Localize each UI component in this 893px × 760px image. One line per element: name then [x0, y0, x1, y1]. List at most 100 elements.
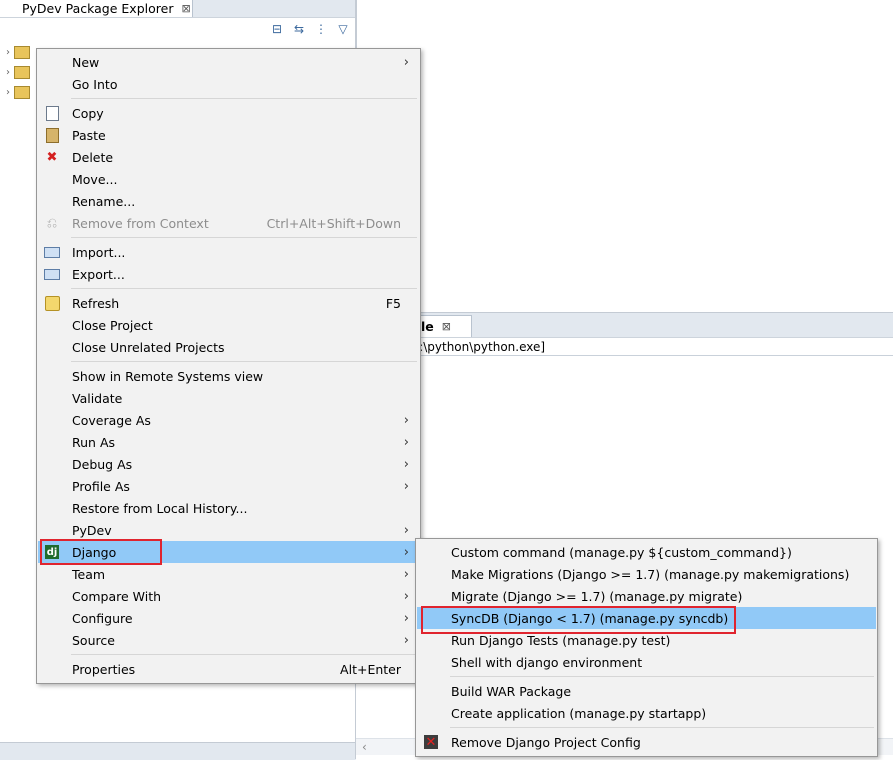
view-menu-icon[interactable]: ▽	[335, 22, 351, 36]
import-icon	[44, 244, 60, 260]
scroll-left-icon[interactable]: ‹	[362, 740, 367, 754]
link-with-editor-icon[interactable]: ⇆	[291, 22, 307, 36]
close-icon[interactable]: ⊠	[442, 320, 451, 333]
menu-item-label: New	[72, 54, 100, 70]
menu-item-label: Close Unrelated Projects	[72, 339, 225, 355]
chevron-right-icon: ›	[403, 610, 409, 626]
menu-item-delete[interactable]: ✖ Delete	[38, 146, 419, 168]
copy-icon	[44, 105, 60, 121]
paste-icon	[44, 127, 60, 143]
console-tab-bar: le ⊠	[356, 313, 893, 338]
chevron-right-icon: ›	[403, 456, 409, 472]
django-submenu: Custom command (manage.py ${custom_comma…	[415, 538, 878, 757]
submenu-item-custom-command[interactable]: Custom command (manage.py ${custom_comma…	[417, 541, 876, 563]
menu-item-go-into[interactable]: Go Into	[38, 73, 419, 95]
submenu-item-migrate[interactable]: Migrate (Django >= 1.7) (manage.py migra…	[417, 585, 876, 607]
menu-item-pydev[interactable]: PyDev ›	[38, 519, 419, 541]
collapse-all-icon[interactable]: ⊟	[269, 22, 285, 36]
menu-item-label: Refresh	[72, 295, 120, 311]
menu-separator	[450, 727, 874, 728]
editor-area	[356, 0, 893, 312]
menu-item-label: Validate	[72, 390, 123, 406]
submenu-item-syncdb[interactable]: SyncDB (Django < 1.7) (manage.py syncdb)	[417, 607, 876, 629]
menu-item-label: Profile As	[72, 478, 130, 494]
chevron-right-icon: ›	[403, 434, 409, 450]
menu-item-export[interactable]: Export...	[38, 263, 419, 285]
menu-item-label: Coverage As	[72, 412, 151, 428]
menu-item-label: Configure	[72, 610, 133, 626]
menu-item-properties[interactable]: Properties Alt+Enter	[38, 658, 419, 680]
menu-item-label: Custom command (manage.py ${custom_comma…	[451, 544, 792, 560]
chevron-right-icon: ›	[403, 478, 409, 494]
menu-item-label: Go Into	[72, 76, 118, 92]
menu-item-move[interactable]: Move...	[38, 168, 419, 190]
menu-item-label: Remove Django Project Config	[451, 734, 641, 750]
menu-item-rename[interactable]: Rename...	[38, 190, 419, 212]
project-folder-icon	[14, 45, 30, 59]
menu-item-close-project[interactable]: Close Project	[38, 314, 419, 336]
submenu-item-run-django-tests[interactable]: Run Django Tests (manage.py test)	[417, 629, 876, 651]
menu-item-import[interactable]: Import...	[38, 241, 419, 263]
menu-item-label: Restore from Local History...	[72, 500, 248, 516]
menu-separator	[71, 237, 417, 238]
menu-separator	[71, 361, 417, 362]
chevron-right-icon: ›	[403, 566, 409, 582]
menu-item-profile-as[interactable]: Profile As ›	[38, 475, 419, 497]
menu-item-show-in-remote-systems[interactable]: Show in Remote Systems view	[38, 365, 419, 387]
menu-item-restore-local-history[interactable]: Restore from Local History...	[38, 497, 419, 519]
menu-item-label: Build WAR Package	[451, 683, 572, 699]
menu-item-new[interactable]: New ›	[38, 51, 419, 73]
menu-item-run-as[interactable]: Run As ›	[38, 431, 419, 453]
export-icon	[44, 266, 60, 282]
menu-item-label: Import...	[72, 244, 126, 260]
menu-separator	[450, 676, 874, 677]
remove-context-icon: ⎌	[46, 215, 58, 231]
menu-item-label: Delete	[72, 149, 114, 165]
menu-item-label: PyDev	[72, 522, 112, 538]
django-icon: dj	[45, 545, 59, 559]
delete-icon: ✖	[46, 149, 58, 165]
console-tab-label: le	[421, 319, 434, 334]
menu-item-paste[interactable]: Paste	[38, 124, 419, 146]
explorer-tab[interactable]: PyDev Package Explorer ⊠	[0, 0, 193, 17]
submenu-item-remove-django-config[interactable]: ✕ Remove Django Project Config	[417, 731, 876, 753]
filter-icon[interactable]: ⋮	[313, 22, 329, 36]
menu-item-label: Run Django Tests (manage.py test)	[451, 632, 671, 648]
project-folder-icon	[14, 65, 30, 79]
menu-item-compare-with[interactable]: Compare With ›	[38, 585, 419, 607]
menu-item-close-unrelated-projects[interactable]: Close Unrelated Projects	[38, 336, 419, 358]
chevron-right-icon: ›	[403, 588, 409, 604]
menu-item-label: Remove from Context	[72, 215, 209, 231]
menu-item-debug-as[interactable]: Debug As ›	[38, 453, 419, 475]
close-icon[interactable]: ⊠	[181, 2, 190, 15]
menu-item-label: Source	[72, 632, 115, 648]
menu-item-label: Paste	[72, 127, 106, 143]
menu-item-shortcut: Alt+Enter	[340, 661, 401, 677]
menu-separator	[71, 654, 417, 655]
menu-item-validate[interactable]: Validate	[38, 387, 419, 409]
menu-item-label: Team	[72, 566, 106, 582]
menu-item-django[interactable]: dj Django ›	[38, 541, 419, 563]
chevron-right-icon[interactable]: ›	[6, 87, 10, 98]
submenu-item-shell[interactable]: Shell with django environment	[417, 651, 876, 673]
menu-item-label: Properties	[72, 661, 136, 677]
menu-item-label: Rename...	[72, 193, 136, 209]
menu-item-refresh[interactable]: Refresh F5	[38, 292, 419, 314]
menu-item-shortcut: F5	[385, 295, 401, 311]
menu-item-source[interactable]: Source ›	[38, 629, 419, 651]
menu-item-copy[interactable]: Copy	[38, 102, 419, 124]
chevron-right-icon[interactable]: ›	[6, 67, 10, 78]
menu-item-team[interactable]: Team ›	[38, 563, 419, 585]
submenu-item-build-war[interactable]: Build WAR Package	[417, 680, 876, 702]
menu-item-coverage-as[interactable]: Coverage As ›	[38, 409, 419, 431]
menu-item-configure[interactable]: Configure ›	[38, 607, 419, 629]
chevron-right-icon[interactable]: ›	[6, 47, 10, 58]
explorer-title: PyDev Package Explorer	[22, 1, 174, 16]
menu-item-shortcut: Ctrl+Alt+Shift+Down	[266, 215, 401, 231]
submenu-item-make-migrations[interactable]: Make Migrations (Django >= 1.7) (manage.…	[417, 563, 876, 585]
menu-item-label: Migrate (Django >= 1.7) (manage.py migra…	[451, 588, 743, 604]
project-folder-icon	[14, 85, 30, 99]
menu-item-label: Close Project	[72, 317, 153, 333]
submenu-item-create-application[interactable]: Create application (manage.py startapp)	[417, 702, 876, 724]
menu-item-label: Debug As	[72, 456, 133, 472]
